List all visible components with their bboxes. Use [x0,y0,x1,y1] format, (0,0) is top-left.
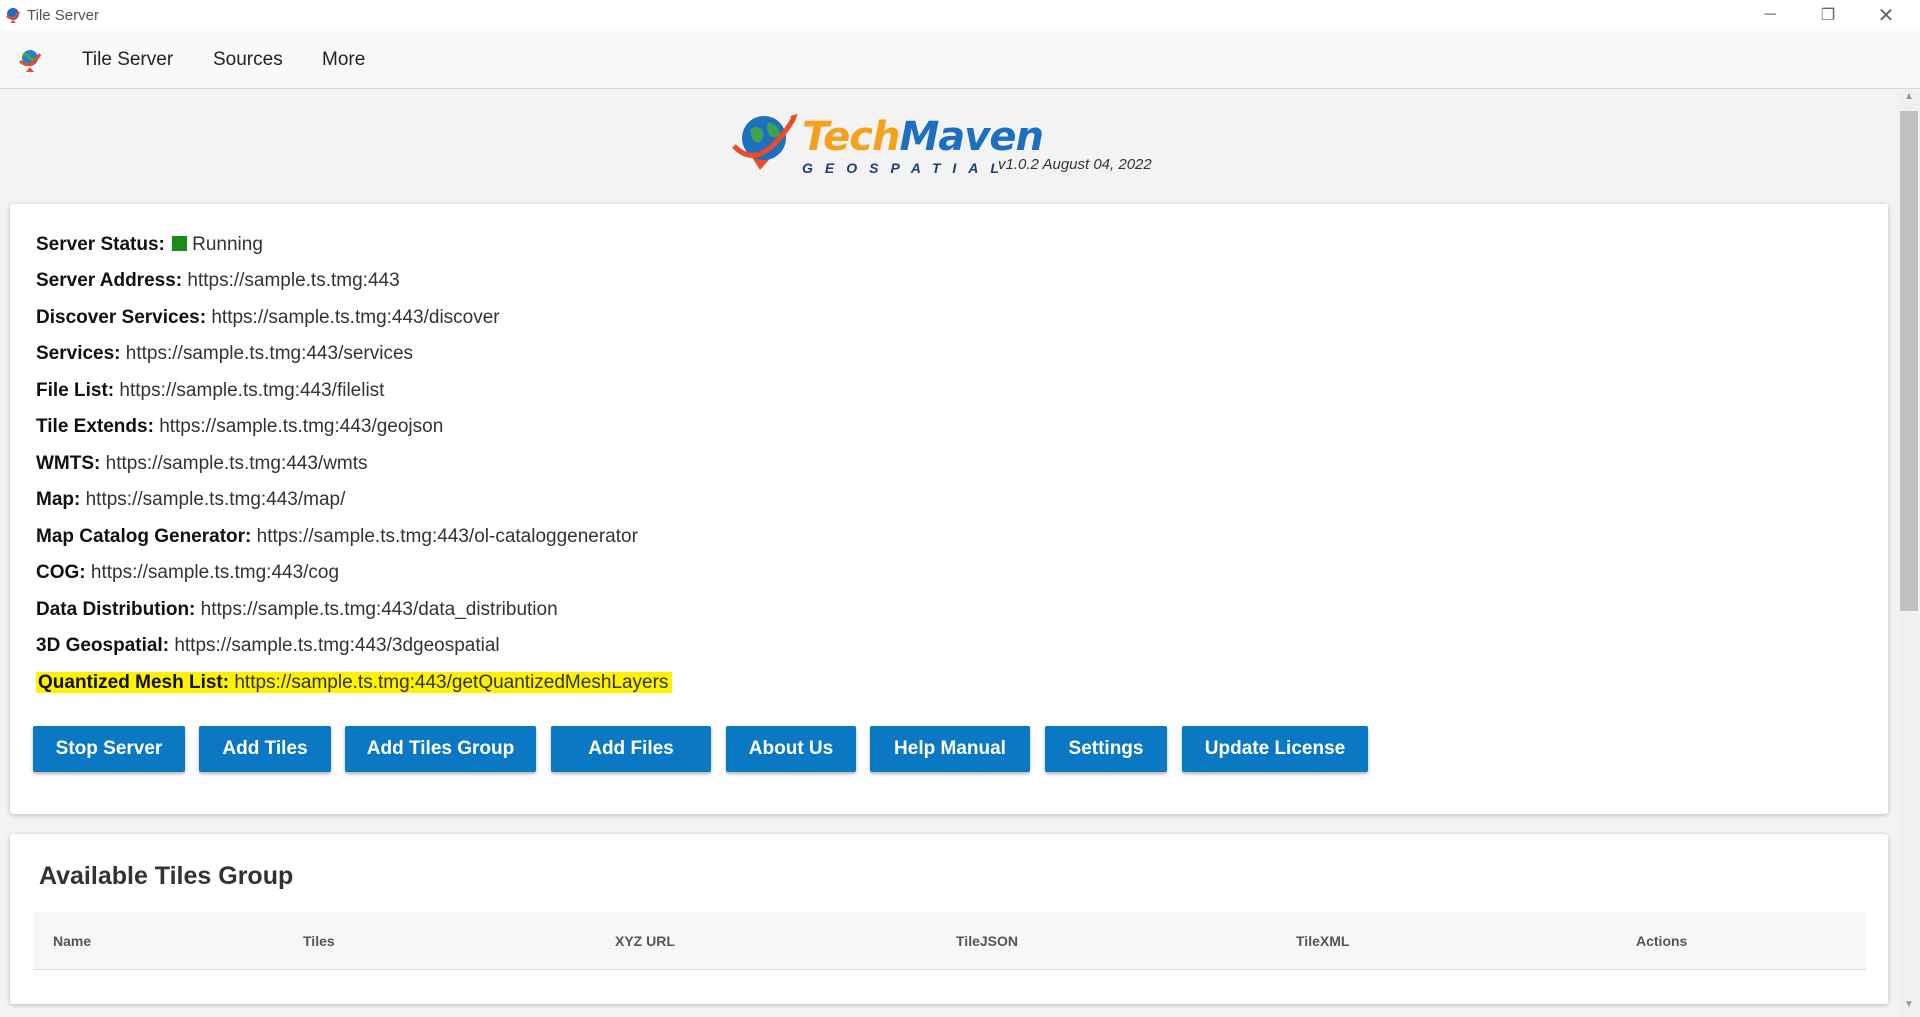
menu-item-sources[interactable]: Sources [213,49,283,71]
info-row-wmts: WMTS: https://sample.ts.tmg:443/wmts [36,453,368,475]
version-label: v1.0.2 August 04, 2022 [998,156,1152,173]
info-link[interactable]: https://sample.ts.tmg:443/map/ [86,489,346,510]
info-link[interactable]: https://sample.ts.tmg:443/filelist [119,380,384,401]
menu-bar: Tile Server Sources More [0,30,1920,89]
close-icon[interactable]: ✕ [1858,0,1914,30]
menu-item-tile-server[interactable]: Tile Server [82,49,173,71]
info-link[interactable]: https://sample.ts.tmg:443/ol-cataloggene… [257,526,638,547]
column-header-name[interactable]: Name [53,933,91,949]
menu-item-more[interactable]: More [322,49,365,71]
column-header-xyz-url[interactable]: XYZ URL [615,933,675,949]
globe-pin-icon [732,114,798,170]
info-row-data-distribution: Data Distribution: https://sample.ts.tmg… [36,599,558,621]
info-label: COG: [36,562,86,583]
scrollbar-thumb[interactable] [1900,111,1918,611]
info-link[interactable]: https://sample.ts.tmg:443/data_distribut… [201,599,558,620]
info-link[interactable]: https://sample.ts.tmg:443/getQuantizedMe… [234,672,668,693]
add-tiles-button[interactable]: Add Tiles [199,726,331,772]
info-label: 3D Geospatial: [36,635,170,656]
logo-brand-maven: Maven [899,114,1043,160]
info-row-discover-services: Discover Services: https://sample.ts.tmg… [36,307,500,329]
info-row-file-list: File List: https://sample.ts.tmg:443/fil… [36,380,384,402]
highlight: Quantized Mesh List: https://sample.ts.t… [36,672,673,693]
vertical-scrollbar[interactable]: ▲ ▼ [1898,89,1920,1017]
info-link[interactable]: https://sample.ts.tmg:443/cog [91,562,339,583]
window-titlebar: Tile Server ─ ❐ ✕ [0,0,1920,30]
info-row-map: Map: https://sample.ts.tmg:443/map/ [36,489,345,511]
info-label: Discover Services: [36,307,207,328]
server-status-value: Running [192,234,263,255]
info-row-quantized-mesh-list: Quantized Mesh List: https://sample.ts.t… [36,672,673,694]
add-files-button[interactable]: Add Files [551,726,711,772]
info-label: Tile Extends: [36,416,154,437]
update-license-button[interactable]: Update License [1182,726,1368,772]
tiles-group-table-header: Name Tiles XYZ URL TileJSON TileXML Acti… [33,912,1866,970]
window-title: Tile Server [27,7,99,24]
info-row-tile-extends: Tile Extends: https://sample.ts.tmg:443/… [36,416,443,438]
info-link[interactable]: https://sample.ts.tmg:443 [187,270,399,291]
info-row-cog: COG: https://sample.ts.tmg:443/cog [36,562,339,584]
info-row-map-catalog-generator: Map Catalog Generator: https://sample.ts… [36,526,638,548]
info-link[interactable]: https://sample.ts.tmg:443/geojson [159,416,443,437]
info-label: Data Distribution: [36,599,196,620]
settings-button[interactable]: Settings [1045,726,1167,772]
scroll-down-icon[interactable]: ▼ [1898,999,1920,1015]
server-status-label: Server Status: [36,234,165,255]
info-label: Quantized Mesh List: [38,672,230,693]
stop-server-button[interactable]: Stop Server [33,726,185,772]
info-link[interactable]: https://sample.ts.tmg:443/services [126,343,413,364]
restore-icon[interactable]: ❐ [1800,0,1856,30]
info-label: Map Catalog Generator: [36,526,252,547]
tiles-group-title: Available Tiles Group [39,862,294,890]
tiles-group-panel: Available Tiles Group Name Tiles XYZ URL… [10,834,1888,1004]
logo-brand-tech: Tech [802,114,900,160]
logo-brand: TechMaven [802,114,1044,160]
info-label: WMTS: [36,453,101,474]
scroll-up-icon[interactable]: ▲ [1898,91,1920,107]
help-manual-button[interactable]: Help Manual [870,726,1030,772]
info-label: Server Address: [36,270,183,291]
app-icon [6,8,21,23]
column-header-tiles[interactable]: Tiles [303,933,335,949]
info-label: File List: [36,380,115,401]
server-panel: Server Status: Running Server Address: h… [10,204,1888,814]
server-status-row: Server Status: Running [36,234,263,256]
column-header-tilexml[interactable]: TileXML [1296,933,1349,949]
info-label: Services: [36,343,121,364]
logo-subtitle: GEOSPATIAL [802,160,1011,176]
techmaven-logo: TechMaven GEOSPATIAL [730,108,1044,178]
status-indicator-icon [172,236,188,251]
column-header-actions[interactable]: Actions [1636,933,1687,949]
info-link[interactable]: https://sample.ts.tmg:443/3dgeospatial [174,635,499,656]
info-row-services: Services: https://sample.ts.tmg:443/serv… [36,343,413,365]
info-label: Map: [36,489,81,510]
about-us-button[interactable]: About Us [726,726,856,772]
add-tiles-group-button[interactable]: Add Tiles Group [345,726,536,772]
info-link[interactable]: https://sample.ts.tmg:443/wmts [106,453,368,474]
info-row-server-address: Server Address: https://sample.ts.tmg:44… [36,270,400,292]
column-header-tilejson[interactable]: TileJSON [956,933,1018,949]
app-logo-icon[interactable] [17,47,43,73]
info-row-3d-geospatial: 3D Geospatial: https://sample.ts.tmg:443… [36,635,500,657]
minimize-icon[interactable]: ─ [1742,0,1798,30]
info-link[interactable]: https://sample.ts.tmg:443/discover [211,307,499,328]
